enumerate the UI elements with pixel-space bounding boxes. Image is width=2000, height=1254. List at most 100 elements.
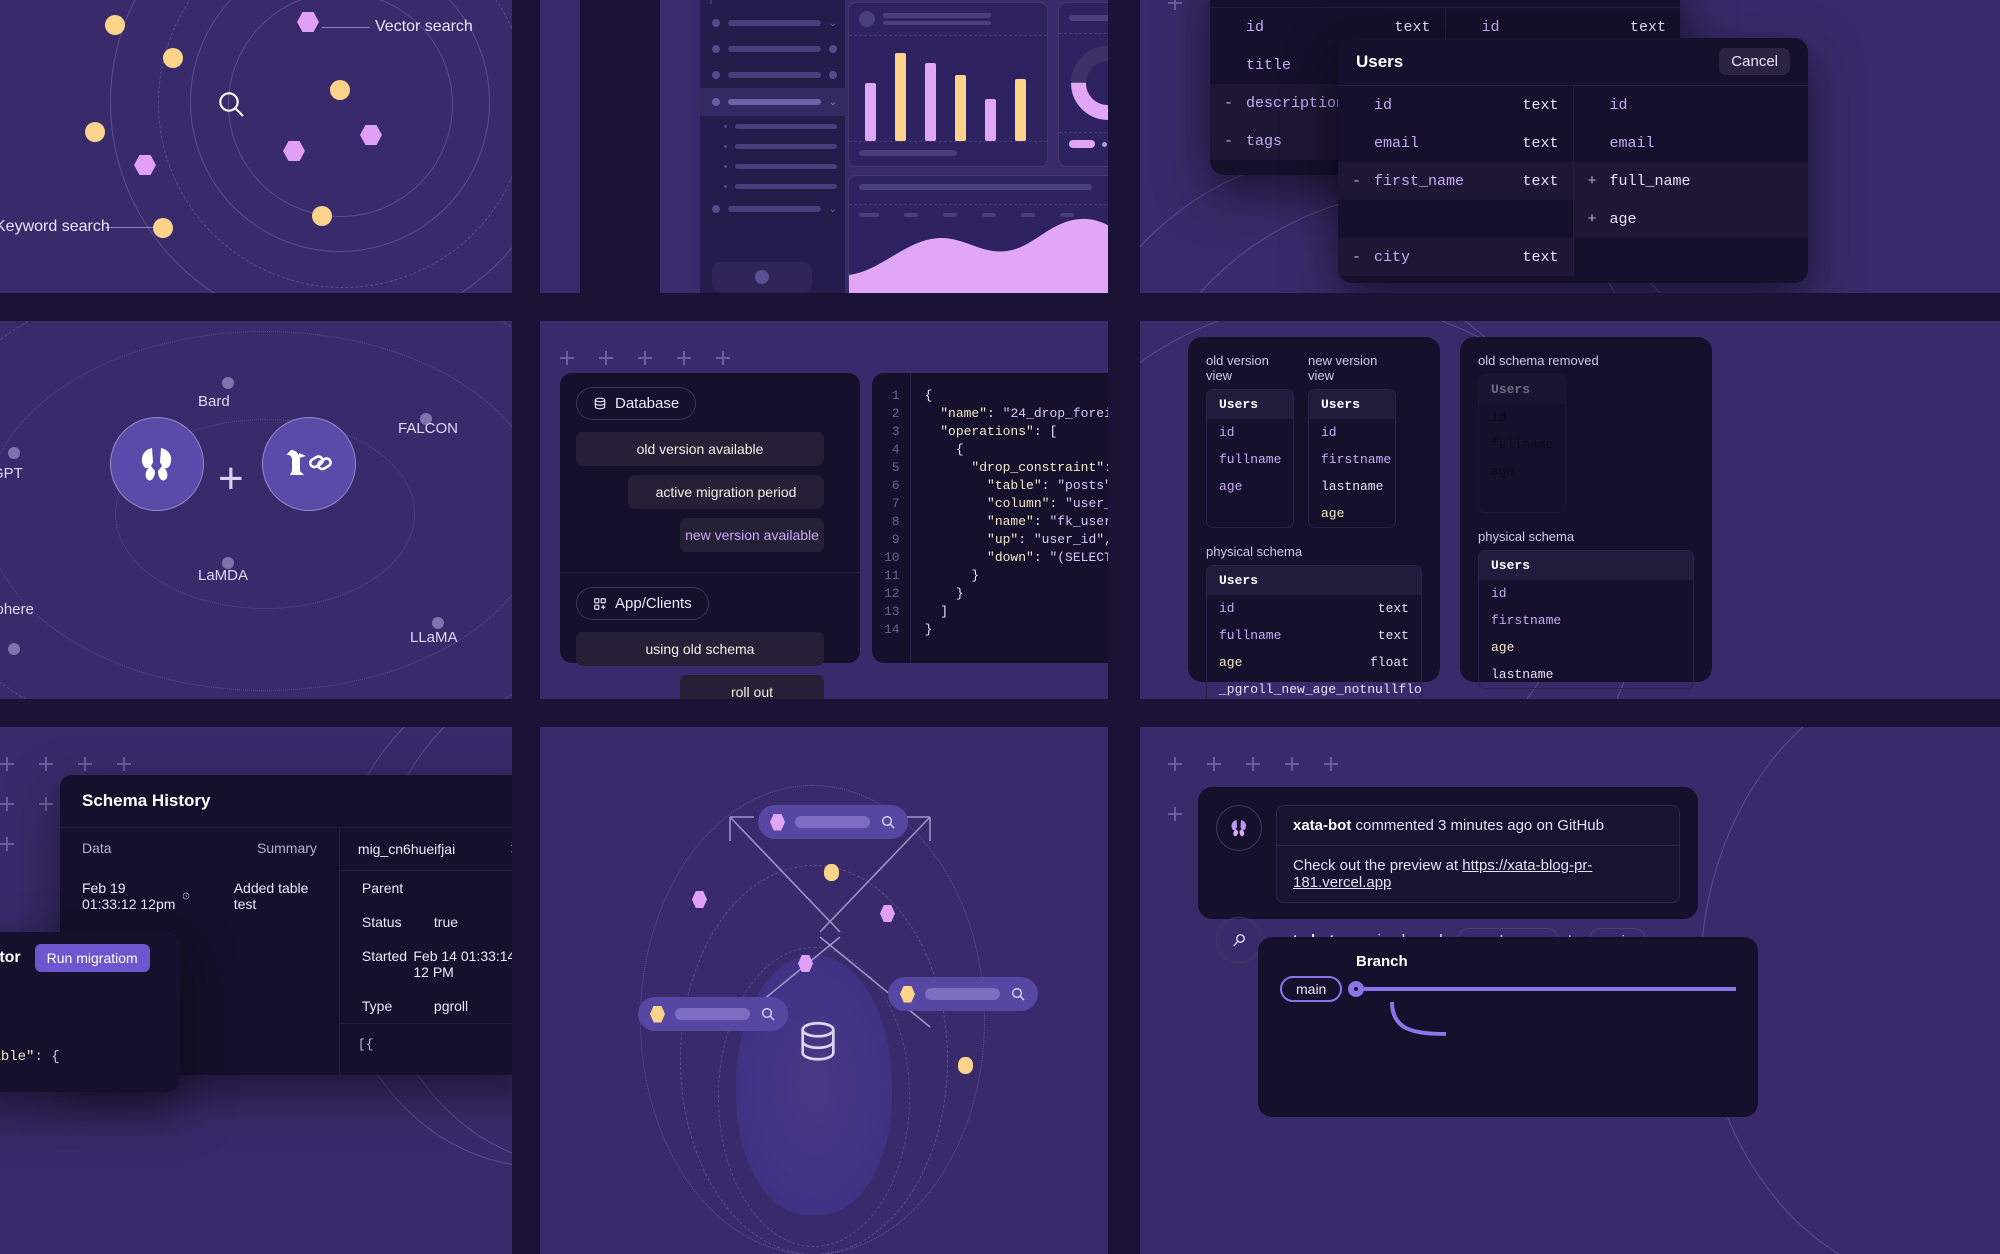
comment-action: commented 3 minutes ago on GitHub <box>1355 817 1604 834</box>
gutter <box>1108 0 1140 293</box>
table-row: + full_name <box>1573 162 1808 200</box>
card-bars <box>710 2 712 4</box>
search-input[interactable] <box>675 1008 750 1020</box>
code-content: { "name": "24_drop_foreign_key_constrai … <box>924 388 1108 637</box>
merge-icon-circle <box>1216 917 1262 963</box>
step-roll-out: roll out <box>680 675 824 699</box>
users-cancel-button[interactable]: Cancel <box>1719 48 1790 75</box>
keyword-node <box>312 206 332 226</box>
keyword-node <box>330 80 350 100</box>
schema-history-title: Schema History <box>82 791 211 810</box>
migration-code-box: 1 2 3 4 5 6 7 8 9 10 11 12 13 14 { "name… <box>872 373 1108 663</box>
langchain-parrot-icon <box>286 450 332 475</box>
branch-label: Branch <box>1356 953 1408 970</box>
bars-chart-card <box>848 2 1048 167</box>
users-new-column: id email + full_name + age <box>1572 85 1808 276</box>
comment-bubble: xata-bot commented 3 minutes ago on GitH… <box>1276 805 1680 903</box>
search-input[interactable] <box>795 816 870 828</box>
search-icon <box>219 92 244 117</box>
close-icon[interactable]: ✕ <box>509 840 512 858</box>
branch-main-tag[interactable]: main <box>1280 976 1343 1002</box>
table-row: id text <box>1374 96 1559 114</box>
history-row-summary: Added table test <box>233 880 309 912</box>
gutter <box>0 699 2000 727</box>
database-icon <box>594 397 606 409</box>
detail-row: Parent <box>361 880 404 896</box>
table-row: id <box>1609 96 1628 114</box>
physical-schema-table: Users id text fullname text age float _pgro… <box>1206 565 1422 699</box>
table-row <box>1338 200 1573 238</box>
database-chip-label: Database <box>615 395 680 412</box>
panel-dashboard: ⌄ ⌄ ⌄ <box>540 0 1108 293</box>
branch-node <box>1348 981 1365 997</box>
comment-body: Check out the preview at <box>1293 857 1463 874</box>
version-card-completed: old schema removed Users id fullname age… <box>1460 337 1712 689</box>
keyword-node <box>105 15 125 35</box>
gutter <box>1108 321 1140 699</box>
xata-butterfly-icon <box>141 448 172 481</box>
search-icon[interactable] <box>1010 986 1026 1002</box>
column-header-data: Data <box>82 840 112 856</box>
search-icon[interactable] <box>760 1006 776 1022</box>
physical-schema-table-b: Users id firstname age lastname <box>1478 550 1694 689</box>
step-active-migration: active migration period <box>628 475 824 509</box>
search-input[interactable] <box>925 988 1000 1000</box>
detail-code: [{ "create_table": { <box>339 1023 512 1075</box>
migration-editor-title: Migration Editor <box>0 949 21 966</box>
area-chart <box>849 218 1108 293</box>
clients-chip: App/Clients <box>576 587 709 620</box>
old-schema-removed-label: old schema removed <box>1478 353 1599 368</box>
branch-curve <box>1390 1001 1447 1036</box>
search-icon[interactable] <box>880 814 896 830</box>
search-bar[interactable] <box>638 997 788 1031</box>
search-bar[interactable] <box>888 977 1038 1011</box>
migration-editor-panel: Migration Editor Run migratiom [{ "renam… <box>0 932 180 1092</box>
history-row-date: Feb 19 01:33:12 12pm <box>82 880 176 912</box>
clients-chip-label: App/Clients <box>615 595 692 612</box>
gutter <box>512 321 540 699</box>
keyword-node <box>163 48 183 68</box>
panel-schema-diff: Posts Cancel Apply idtext titletext -des… <box>1140 0 2000 293</box>
step-using-old-schema: using old schema <box>576 632 824 666</box>
llm-node-gpt: GPT <box>0 465 23 482</box>
vector-search-label: Vector search <box>375 18 473 35</box>
gutter <box>1108 727 1140 1254</box>
branch-graph-panel: Branch main <box>1258 937 1758 1117</box>
migration-steps-card: Database old version available active mi… <box>560 373 860 699</box>
llm-node-lamda: LaMDA <box>198 567 249 584</box>
panel-database-search <box>540 727 1108 1254</box>
detail-row: Started Feb 14 01:33:14 12 PM <box>361 948 512 980</box>
vector-node <box>770 813 785 831</box>
panel-llm-integration: Bard FALCON GPT cohere LLaMA LaMDA + <box>0 321 512 699</box>
keyword-node <box>900 985 915 1003</box>
old-version-table: Users id fullname age <box>1206 389 1294 528</box>
plus-operator: + <box>218 454 244 503</box>
new-version-label: new version view <box>1308 353 1378 383</box>
avatar <box>1216 805 1262 851</box>
plus-decoration <box>0 757 131 771</box>
github-comment-panel: xata-bot commented 3 minutes ago on GitH… <box>1198 787 1698 963</box>
table-row: - first_name text <box>1338 162 1573 200</box>
database-chip: Database <box>576 387 697 420</box>
step-new-version: new version available <box>680 518 824 552</box>
area-chart-card: ••• <box>848 175 1108 293</box>
xata-butterfly-icon <box>1231 820 1247 837</box>
detail-row: Status true <box>361 914 459 930</box>
xata-logo-circle <box>110 417 204 511</box>
editor-code[interactable]: [{ "rename_table": { "from": "customers"… <box>0 984 180 1092</box>
step-old-version: old version available <box>576 432 824 466</box>
run-migration-button[interactable]: Run migratiom <box>34 944 150 972</box>
donut-chart <box>1071 46 1108 120</box>
langchain-logo-circle <box>262 417 356 511</box>
llm-node-cohere: cohere <box>0 601 34 618</box>
panel-github-activity: xata-bot commented 3 minutes ago on GitH… <box>1140 727 2000 1254</box>
search-bar[interactable] <box>758 805 908 839</box>
panel-grid: Vector search Keyword search ⌄ ⌄ ⌄ id te… <box>0 0 2000 1254</box>
table-row: email text <box>1374 134 1559 152</box>
llm-node-bard: Bard <box>198 393 230 410</box>
gutter <box>0 293 2000 321</box>
new-version-table: Users id firstname lastname age <box>1308 389 1396 528</box>
users-schema-panel: Users Cancel id text email text - first_nam… <box>1338 38 1808 283</box>
physical-schema-label-b: physical schema <box>1478 529 1575 544</box>
comment-author: xata-bot <box>1293 817 1352 834</box>
